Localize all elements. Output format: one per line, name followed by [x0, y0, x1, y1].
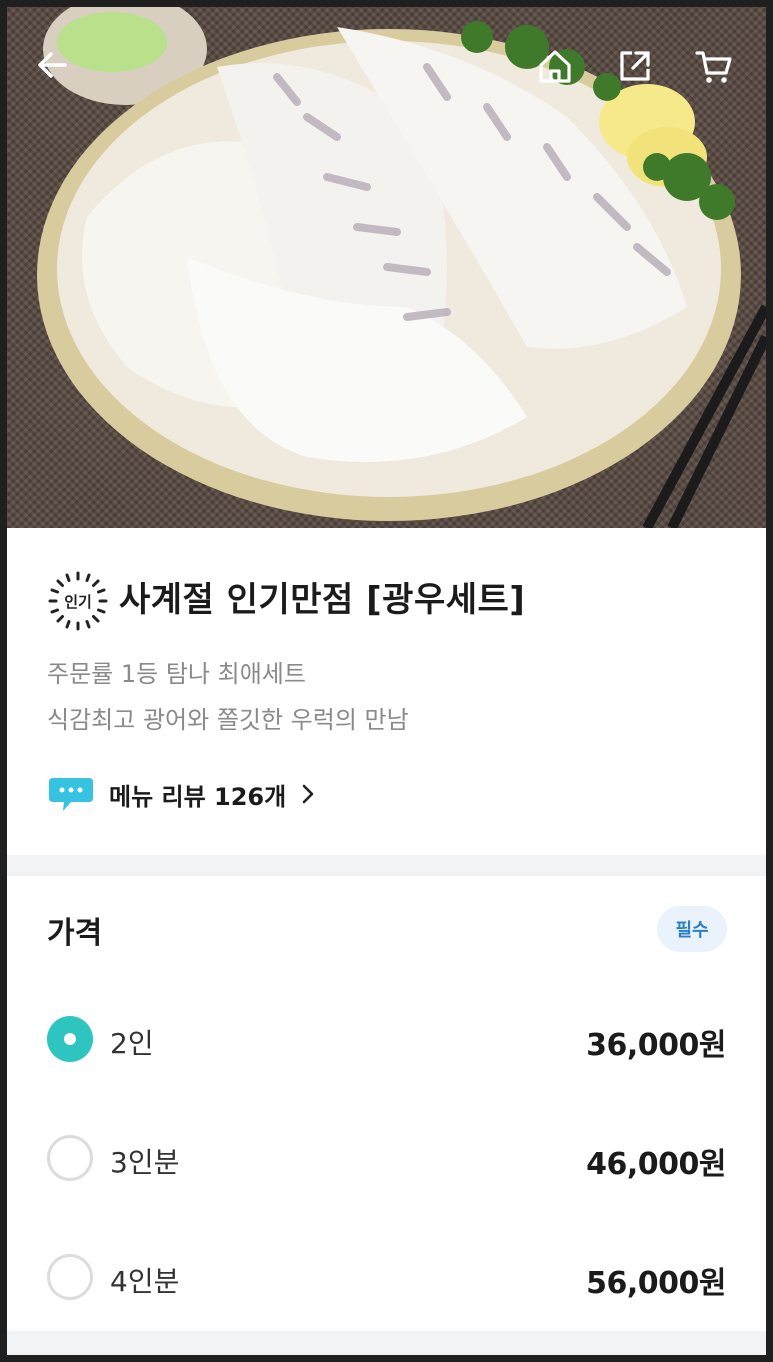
chevron-right-icon: [302, 784, 314, 804]
popular-badge: 인기: [47, 570, 109, 632]
price-option-2[interactable]: 2인 36,000원: [7, 1000, 766, 1080]
option-price: 56,000원: [586, 1266, 726, 1301]
required-badge: 필수: [657, 906, 727, 952]
product-description-line: 식감최고 광어와 쫄깃한 우럭의 만남: [47, 706, 409, 734]
radio-button-selected[interactable]: [47, 1016, 93, 1062]
product-description-line: 주문률 1등 탐나 최애세트: [47, 660, 306, 688]
app-frame: 인기 사계절 인기만점 [광우세트] 주문률 1등 탐나 최애세트 식감최고 광…: [7, 7, 766, 1355]
radio-button[interactable]: [47, 1135, 93, 1181]
price-section: 가격 필수 2인 36,000원 3인분 46,000원 4인분 56,000원: [7, 876, 766, 1331]
product-title: 사계절 인기만점 [광우세트]: [119, 580, 526, 620]
product-hero-image: [7, 7, 766, 528]
back-button[interactable]: [35, 47, 79, 91]
option-price: 46,000원: [586, 1147, 726, 1182]
home-icon: [539, 50, 571, 83]
cart-icon: [695, 51, 732, 83]
menu-review-link[interactable]: 메뉴 리뷰 126개: [47, 774, 316, 814]
speech-bubble-icon: [49, 778, 93, 811]
price-section-title: 가격: [47, 916, 103, 951]
radio-button[interactable]: [47, 1254, 93, 1300]
option-price: 36,000원: [586, 1028, 726, 1063]
option-label: 2인: [110, 1027, 154, 1060]
price-option-4[interactable]: 4인분 56,000원: [7, 1238, 766, 1318]
home-button[interactable]: [536, 47, 580, 91]
share-icon: [620, 51, 650, 81]
option-label: 3인분: [110, 1146, 180, 1179]
option-label: 4인분: [110, 1265, 180, 1298]
share-button[interactable]: [616, 47, 660, 91]
price-option-3[interactable]: 3인분 46,000원: [7, 1119, 766, 1199]
arrow-left-icon: [38, 52, 67, 78]
menu-review-label: 메뉴 리뷰 126개: [109, 782, 287, 811]
popular-badge-label: 인기: [64, 592, 92, 611]
cart-button[interactable]: [694, 47, 738, 91]
product-info-section: 인기 사계절 인기만점 [광우세트] 주문률 1등 탐나 최애세트 식감최고 광…: [7, 528, 766, 855]
